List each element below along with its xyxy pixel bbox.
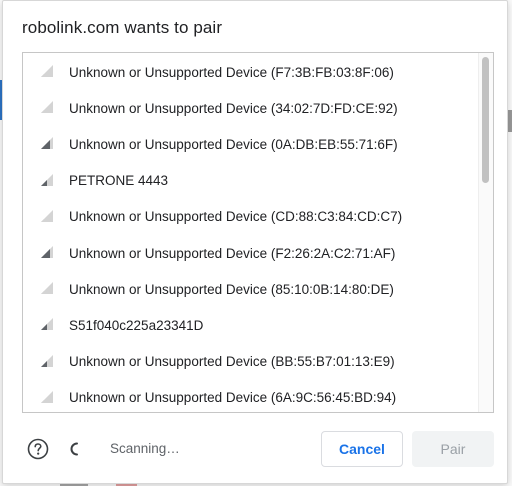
device-list-item[interactable]: Unknown or Unsupported Device (F7:3B:FB:… bbox=[23, 54, 478, 90]
device-list-item[interactable]: Unknown or Unsupported Device (CD:88:C3:… bbox=[23, 199, 478, 235]
signal-strength-icon bbox=[41, 318, 53, 331]
signal-strength-icon bbox=[41, 209, 53, 222]
device-list-item[interactable]: Unknown or Unsupported Device (0A:DB:EB:… bbox=[23, 126, 478, 162]
device-list-item[interactable]: Unknown or Unsupported Device (34:02:7D:… bbox=[23, 90, 478, 126]
device-list-item[interactable]: Unknown or Unsupported Device (BB:55:B7:… bbox=[23, 344, 478, 380]
device-name: Unknown or Unsupported Device (0A:DB:EB:… bbox=[69, 136, 398, 152]
signal-strength-icon bbox=[41, 282, 53, 295]
signal-strength-icon bbox=[41, 354, 53, 367]
help-circle-icon[interactable] bbox=[27, 438, 49, 460]
device-list-scrollbar[interactable] bbox=[478, 53, 493, 412]
signal-strength-icon bbox=[41, 101, 53, 114]
device-list-item[interactable]: Unknown or Unsupported Device (F2:26:2A:… bbox=[23, 235, 478, 271]
device-name: Unknown or Unsupported Device (85:10:0B:… bbox=[69, 281, 394, 297]
pair-button[interactable]: Pair bbox=[412, 431, 494, 467]
signal-strength-icon bbox=[41, 65, 53, 77]
device-name: Unknown or Unsupported Device (BB:55:B7:… bbox=[69, 354, 395, 370]
backdrop-scrollbar bbox=[508, 110, 512, 132]
spinner-icon bbox=[70, 442, 78, 456]
device-name: Unknown or Unsupported Device (CD:88:C3:… bbox=[69, 209, 403, 225]
signal-strength-icon bbox=[41, 137, 53, 150]
scanning-status: Scanning… bbox=[110, 441, 180, 456]
device-name: Unknown or Unsupported Device (6A:9C:56:… bbox=[69, 390, 397, 406]
device-name: Unknown or Unsupported Device (F7:3B:FB:… bbox=[69, 64, 394, 80]
signal-strength-icon bbox=[41, 173, 53, 186]
device-name: PETRONE 4443 bbox=[69, 173, 169, 189]
bluetooth-pairing-dialog: robolink.com wants to pair Unknown or Un… bbox=[2, 0, 508, 484]
scrollbar-thumb[interactable] bbox=[482, 57, 489, 183]
dialog-title: robolink.com wants to pair bbox=[22, 18, 223, 37]
cancel-button[interactable]: Cancel bbox=[321, 431, 403, 467]
device-list-item[interactable]: S51f040c225a23341D bbox=[23, 307, 478, 343]
signal-strength-icon bbox=[41, 246, 53, 258]
device-list-item[interactable]: Unknown or Unsupported Device (85:10:0B:… bbox=[23, 271, 478, 307]
device-list[interactable]: Unknown or Unsupported Device (F7:3B:FB:… bbox=[22, 52, 494, 413]
device-list-item[interactable]: PETRONE 4443 bbox=[23, 163, 478, 199]
device-name: S51f040c225a23341D bbox=[69, 317, 204, 333]
device-name: Unknown or Unsupported Device (34:02:7D:… bbox=[69, 100, 398, 116]
signal-strength-icon bbox=[41, 390, 53, 403]
device-list-item[interactable]: Unknown or Unsupported Device (6A:9C:56:… bbox=[23, 380, 478, 412]
device-name: Unknown or Unsupported Device (F2:26:2A:… bbox=[69, 245, 396, 261]
